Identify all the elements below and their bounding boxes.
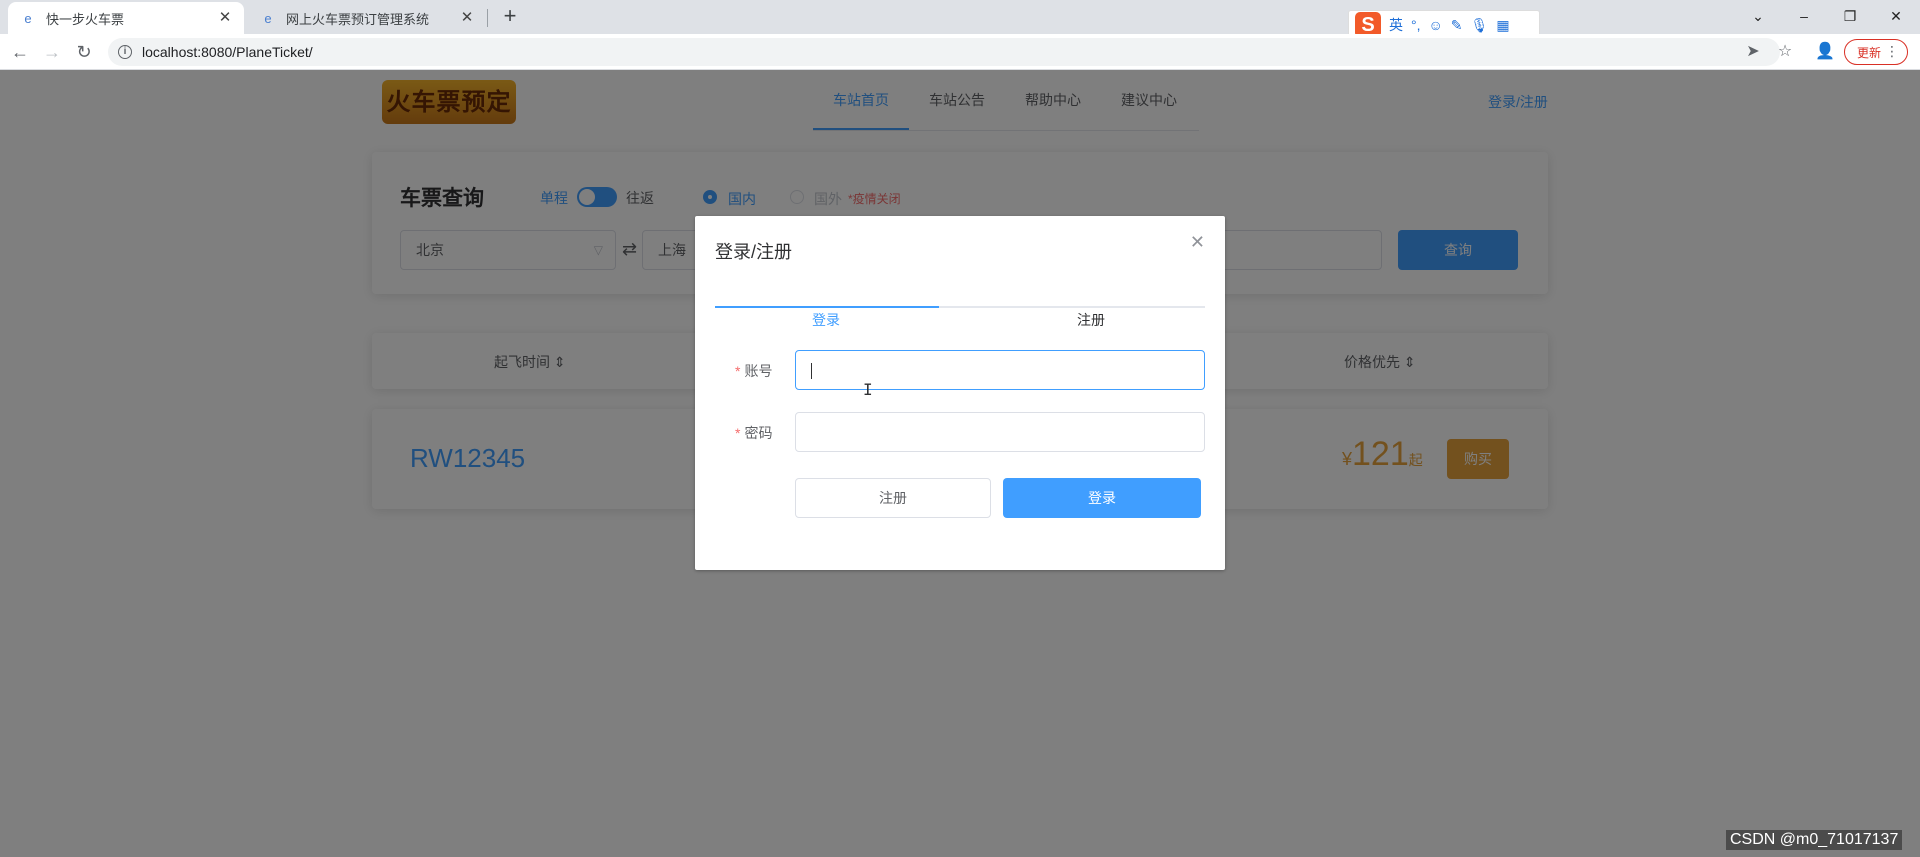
info-icon[interactable]: i	[118, 45, 132, 59]
text-caret	[811, 363, 812, 379]
update-button[interactable]: 更新 ⋮	[1844, 39, 1908, 65]
minimize-button[interactable]: –	[1790, 4, 1818, 28]
browser-tab-2[interactable]: e 网上火车票预订管理系统 ✕	[248, 2, 486, 34]
ie-favicon-icon: e	[24, 10, 32, 26]
mouse-ibeam-cursor: I	[863, 380, 873, 399]
tab-register[interactable]: 注册	[1077, 310, 1105, 330]
active-tab-indicator	[715, 306, 939, 308]
required-mark: *	[735, 425, 741, 441]
browser-tab-1[interactable]: e 快一步火车票 ✕	[8, 2, 244, 34]
punctuation-icon[interactable]: °,	[1411, 17, 1421, 33]
dialog-title: 登录/注册	[715, 242, 793, 262]
browser-toolbar: ← → ↻ i localhost:8080/PlaneTicket/ ➤ ☆ …	[0, 34, 1920, 70]
required-mark: *	[735, 363, 741, 379]
tab-separator	[487, 9, 488, 27]
microphone-icon[interactable]: 🎙	[1471, 17, 1489, 34]
ie-favicon-icon: e	[264, 10, 272, 26]
password-input[interactable]	[795, 412, 1205, 452]
browser-tab-title: 快一步火车票	[46, 11, 125, 27]
emoji-icon[interactable]: ☺	[1429, 17, 1443, 33]
forward-icon[interactable]: →	[40, 40, 64, 64]
profile-icon[interactable]: 👤	[1814, 41, 1836, 63]
close-icon[interactable]: ✕	[1190, 232, 1205, 253]
account-input[interactable]	[795, 350, 1205, 390]
new-tab-button[interactable]: +	[498, 5, 522, 29]
restore-button[interactable]: ❐	[1836, 4, 1864, 28]
csdn-watermark: CSDN @m0_71017137	[1726, 830, 1903, 850]
tab-login[interactable]: 登录	[812, 310, 840, 330]
account-label-text: 账号	[744, 363, 773, 379]
update-label: 更新	[1857, 45, 1882, 60]
password-label: * 密码	[735, 423, 772, 443]
pen-icon[interactable]: ✎	[1451, 17, 1463, 34]
send-icon[interactable]: ➤	[1742, 41, 1764, 63]
account-label: * 账号	[735, 361, 772, 381]
more-menu-icon[interactable]: ⋮	[1885, 43, 1899, 60]
tab-search-icon[interactable]: ⌄	[1744, 4, 1772, 28]
url-text: localhost:8080/PlaneTicket/	[142, 44, 313, 60]
ime-language-toggle[interactable]: 英	[1389, 15, 1403, 35]
bookmark-star-icon[interactable]: ☆	[1774, 41, 1796, 63]
close-tab-icon[interactable]: ✕	[216, 9, 234, 27]
address-bar[interactable]: i localhost:8080/PlaneTicket/	[108, 38, 1780, 66]
reload-icon[interactable]: ↻	[72, 40, 96, 64]
back-icon[interactable]: ←	[8, 40, 32, 64]
grid-menu-icon[interactable]: ▦	[1496, 17, 1509, 34]
register-button[interactable]: 注册	[795, 478, 991, 518]
close-tab-icon[interactable]: ✕	[458, 9, 476, 27]
browser-tab-title: 网上火车票预订管理系统	[286, 11, 430, 27]
browser-tab-bar: e 快一步火车票 ✕ e 网上火车票预订管理系统 ✕ + ⌄ – ❐ ✕	[0, 0, 1920, 34]
password-label-text: 密码	[744, 425, 773, 441]
login-dialog: 登录/注册 ✕ 登录 注册 * 账号 I * 密码 注册 登录	[695, 216, 1225, 570]
login-button[interactable]: 登录	[1003, 478, 1201, 518]
window-close-button[interactable]: ✕	[1882, 4, 1910, 28]
